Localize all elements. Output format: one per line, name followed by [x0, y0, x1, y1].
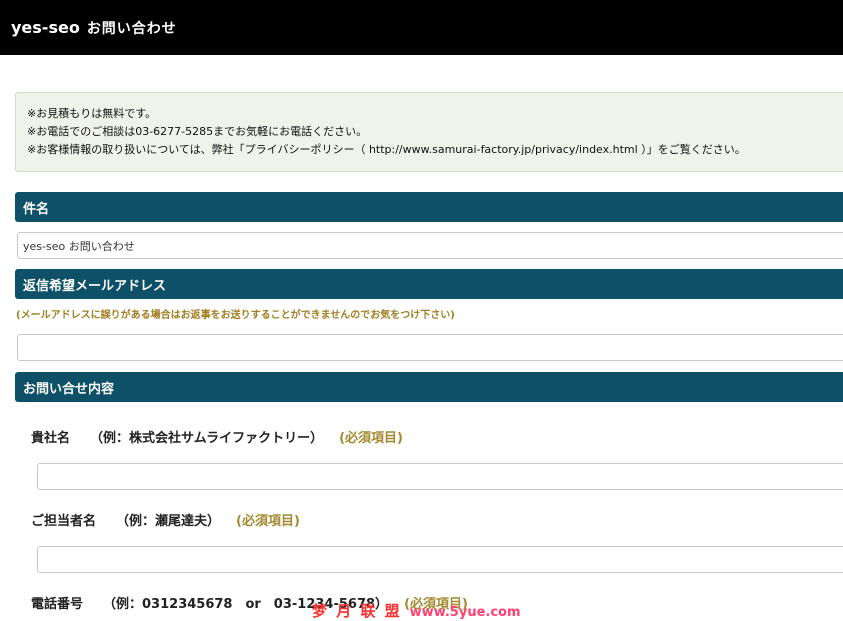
- company-required-badge: (必須項目): [339, 431, 403, 446]
- email-section-header: 返信希望メールアドレス: [15, 269, 843, 299]
- person-example: （例：瀬尾達夫）: [116, 514, 221, 529]
- inquiry-section-header: お問い合せ内容: [15, 372, 843, 402]
- watermark-url: www.5yue.com: [409, 605, 521, 620]
- brand-logo[interactable]: yes-seo: [11, 18, 80, 37]
- person-label: ご担当者名: [31, 514, 97, 529]
- notice-line-estimate: ※お見積もりは無料です。: [27, 107, 157, 120]
- notice-line-phone: ※お電話でのご相談は03-6277-5285までお気軽にお電話ください。: [27, 125, 368, 138]
- notice-line-privacy: ※お客様情報の取り扱いについては、弊社「プライバシーポリシー（ http://w…: [27, 143, 746, 156]
- email-input[interactable]: [17, 334, 843, 361]
- person-field-label: ご担当者名 （例：瀬尾達夫） (必須項目): [31, 510, 300, 529]
- company-field-label: 貴社名 （例：株式会社サムライファクトリー） (必須項目): [31, 427, 403, 446]
- page-title: お問い合わせ: [86, 20, 177, 37]
- person-required-badge: (必須項目): [236, 514, 300, 529]
- watermark: 梦 月 联 盟 www.5yue.com: [312, 600, 521, 621]
- subject-section-header: 件名: [15, 192, 843, 222]
- person-input[interactable]: [37, 546, 843, 573]
- company-label: 貴社名: [31, 431, 71, 446]
- email-warning-text: (メールアドレスに誤りがある場合はお返事をお送りすることができませんのでお気をつ…: [16, 310, 455, 321]
- subject-input[interactable]: yes-seo お問い合わせ: [17, 232, 843, 259]
- notice-box: ※お見積もりは無料です。 ※お電話でのご相談は03-6277-5285までお気軽…: [15, 92, 843, 172]
- header-bar: yes-seo お問い合わせ: [0, 0, 843, 55]
- company-input[interactable]: [37, 463, 843, 490]
- watermark-text: 梦 月 联 盟: [312, 602, 402, 620]
- phone-label: 電話番号: [31, 597, 84, 612]
- company-example: （例：株式会社サムライファクトリー）: [90, 431, 324, 446]
